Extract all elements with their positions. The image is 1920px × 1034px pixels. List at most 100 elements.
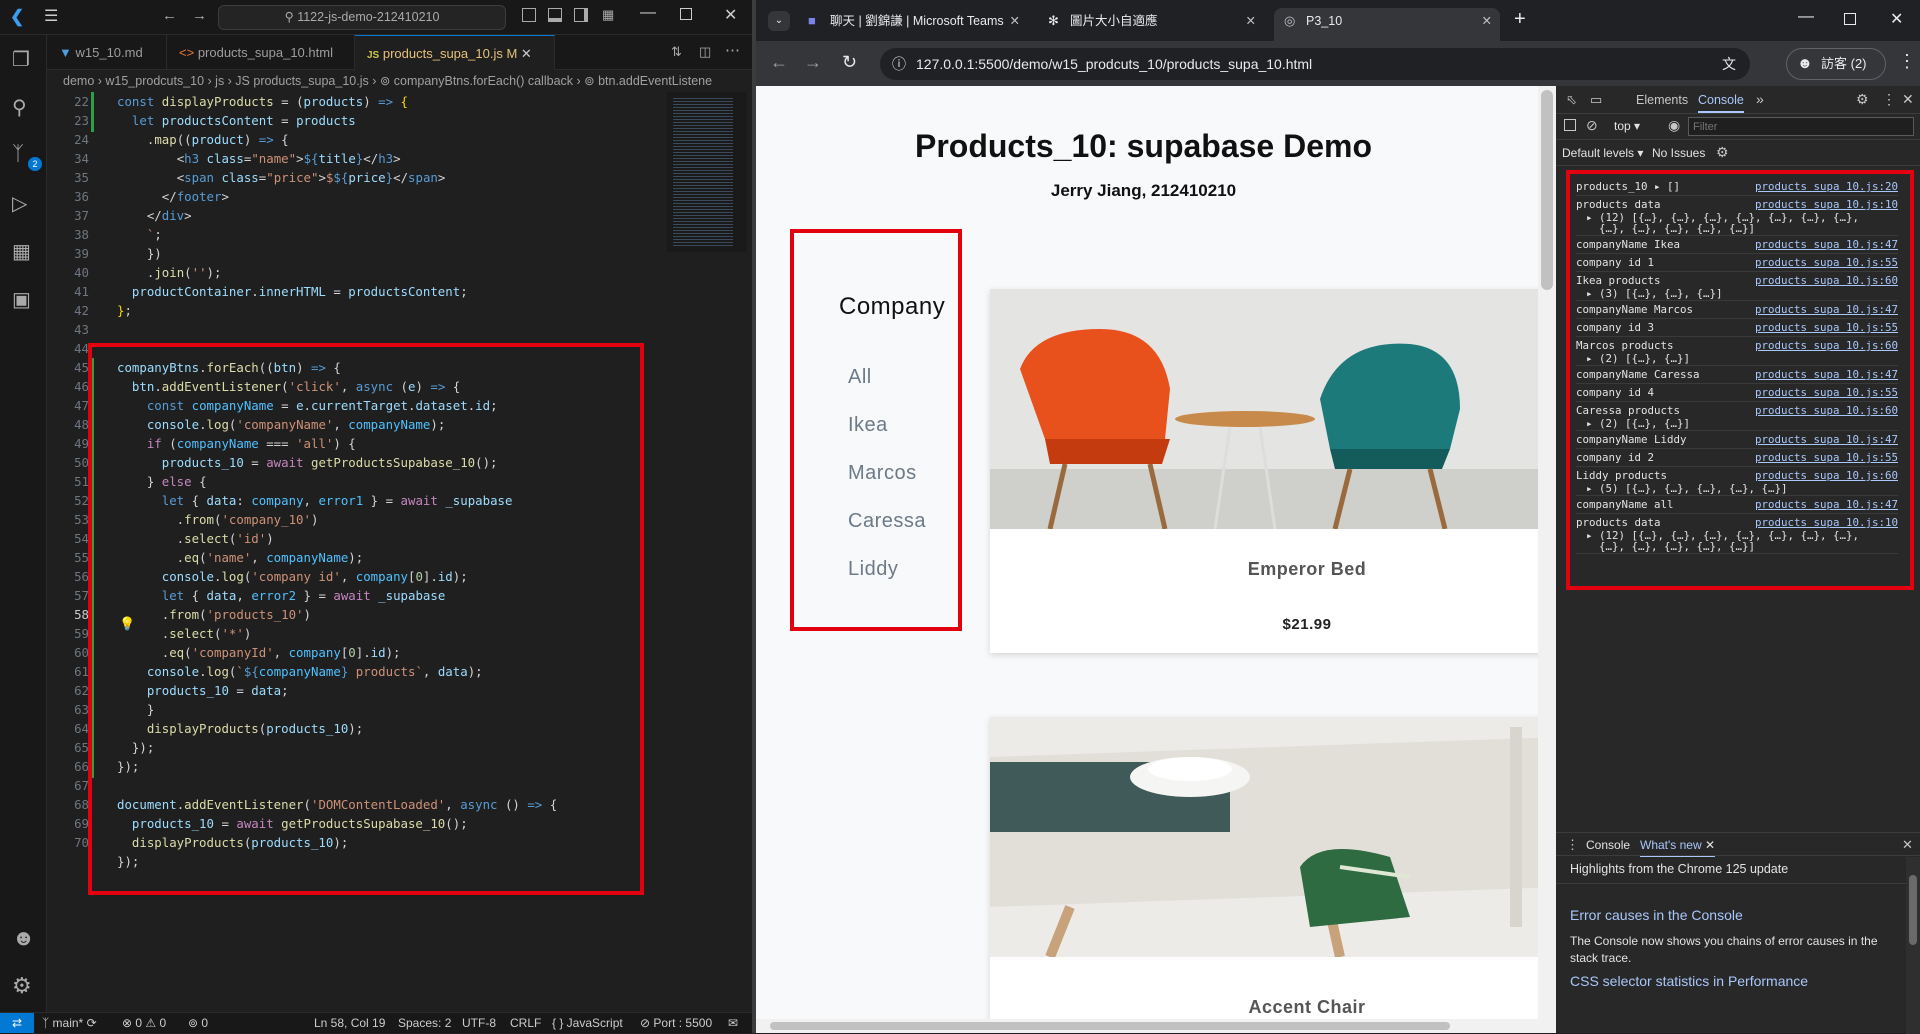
encoding[interactable]: UTF-8: [462, 1013, 496, 1033]
minimize-icon[interactable]: —: [640, 4, 656, 22]
notifications-icon[interactable]: ✉: [728, 1013, 738, 1033]
console-source-link[interactable]: products supa 10.js:60: [1755, 404, 1898, 418]
tab-close-icon[interactable]: ✕: [521, 46, 532, 61]
ports-indicator[interactable]: ⊚ 0: [188, 1013, 208, 1033]
toggle-secondary-sidebar-icon[interactable]: [574, 8, 588, 22]
problems-indicator[interactable]: ⊗ 0 ⚠ 0: [122, 1013, 166, 1033]
horizontal-scrollbar[interactable]: [756, 1019, 1556, 1033]
browser-tab-teams[interactable]: ■ 聊天 | 劉錦謙 | Microsoft Teams ✕: [798, 8, 1028, 41]
console-settings-icon[interactable]: ⚙: [1716, 144, 1729, 161]
search-icon[interactable]: ⚲: [12, 95, 27, 120]
console-source-link[interactable]: products supa 10.js:60: [1755, 469, 1898, 483]
language-mode[interactable]: { } JavaScript: [552, 1013, 623, 1033]
live-server-port[interactable]: ⊘ Port : 5500: [640, 1013, 712, 1033]
inspect-icon[interactable]: ⬁: [1566, 92, 1577, 108]
settings-gear-icon[interactable]: ⚙: [12, 973, 32, 999]
console-source-link[interactable]: products supa 10.js:60: [1755, 274, 1898, 288]
sidebar-toggle-icon[interactable]: [1564, 119, 1576, 131]
lightbulb-icon[interactable]: 💡: [119, 617, 135, 632]
forward-arrow-icon[interactable]: →: [804, 52, 822, 73]
tab-close-icon[interactable]: ✕: [1010, 8, 1020, 34]
live-expression-eye-icon[interactable]: ◉: [1668, 117, 1680, 134]
tab-elements[interactable]: Elements: [1636, 93, 1688, 107]
explorer-icon[interactable]: ❐: [12, 47, 30, 72]
whats-new-link-css-selector[interactable]: CSS selector statistics in Performance: [1570, 973, 1808, 989]
devtools-menu-icon[interactable]: ⋮: [1882, 91, 1896, 108]
console-source-link[interactable]: products supa 10.js:10: [1755, 198, 1898, 212]
log-levels-dropdown[interactable]: Default levels ▾: [1562, 146, 1643, 160]
console-object-preview[interactable]: ▸ (5) [{…}, {…}, {…}, {…}, {…}]: [1576, 483, 1898, 494]
command-center-search[interactable]: ⚲ 1122-js-demo-212410210: [218, 5, 506, 30]
tab-close-icon[interactable]: ✕: [1482, 8, 1492, 34]
console-object-preview[interactable]: ▸ (12) [{…}, {…}, {…}, {…}, {…}, {…}, {……: [1576, 212, 1898, 234]
console-source-link[interactable]: products supa 10.js:10: [1755, 516, 1898, 530]
scrollbar-thumb[interactable]: [1541, 90, 1553, 290]
close-icon[interactable]: ✕: [724, 5, 737, 25]
console-source-link[interactable]: products supa 10.js:55: [1755, 386, 1898, 400]
device-toolbar-icon[interactable]: ▭: [1590, 92, 1602, 108]
console-source-link[interactable]: products supa 10.js:55: [1755, 321, 1898, 335]
console-object-preview[interactable]: ▸ (3) [{…}, {…}, {…}]: [1576, 288, 1898, 299]
company-button-ikea[interactable]: Ikea: [848, 414, 888, 437]
console-object-preview[interactable]: ▸ (2) [{…}, {…}]: [1576, 353, 1898, 364]
console-source-link[interactable]: products supa 10.js:20: [1755, 180, 1898, 194]
context-selector[interactable]: top ▾: [1614, 119, 1640, 133]
drawer-scrollbar[interactable]: [1906, 857, 1920, 1034]
issues-button[interactable]: No Issues: [1652, 146, 1705, 160]
scrollbar-thumb[interactable]: [770, 1022, 1450, 1030]
cursor-position[interactable]: Ln 58, Col 19: [314, 1013, 385, 1033]
layout-icon[interactable]: ▦: [602, 7, 614, 23]
code-editor[interactable]: 22 23 24 34 35 36 37 38 39 40 41 42 43 44 45 46 47 48 49 50…: [47, 92, 667, 1012]
browser-tab-image-resize[interactable]: ✻ 圖片大小自適應 ✕: [1038, 8, 1264, 41]
company-button-all[interactable]: All: [848, 366, 872, 389]
tab-close-icon[interactable]: ✕: [1246, 8, 1256, 34]
toggle-panel-icon[interactable]: [548, 8, 562, 22]
compare-icon[interactable]: ⇅: [671, 44, 682, 60]
clear-console-icon[interactable]: ⊘: [1586, 117, 1598, 134]
devtools-close-icon[interactable]: ✕: [1902, 91, 1914, 108]
vertical-scrollbar[interactable]: [1538, 86, 1556, 1019]
company-button-marcos[interactable]: Marcos: [848, 462, 917, 485]
source-control-icon[interactable]: ᛉ: [12, 143, 24, 166]
address-bar[interactable]: ⓘ 127.0.0.1:5500/demo/w15_prodcuts_10/pr…: [880, 48, 1750, 80]
drawer-tab-close-icon[interactable]: ✕: [1705, 838, 1715, 852]
console-object-preview[interactable]: ▸ (2) [{…}, {…}]: [1576, 418, 1898, 429]
close-icon[interactable]: ✕: [1890, 9, 1903, 29]
devtools-settings-icon[interactable]: ⚙: [1856, 91, 1869, 108]
maximize-icon[interactable]: [1844, 13, 1856, 25]
remote-indicator-icon[interactable]: ⇄: [0, 1013, 34, 1033]
profile-button[interactable]: ☻ 訪客 (2): [1786, 48, 1886, 80]
scrollbar-thumb[interactable]: [1909, 875, 1917, 945]
drawer-close-icon[interactable]: ✕: [1902, 837, 1913, 853]
branch-indicator[interactable]: ᛉ main* ⟳: [42, 1013, 97, 1033]
console-source-link[interactable]: products supa 10.js:47: [1755, 303, 1898, 317]
more-tabs-icon[interactable]: »: [1756, 91, 1764, 107]
console-source-link[interactable]: products supa 10.js:47: [1755, 498, 1898, 512]
remote-explorer-icon[interactable]: ▣: [12, 287, 31, 312]
tab-console[interactable]: Console: [1698, 93, 1744, 113]
tab-products-html[interactable]: <> products_supa_10.html: [167, 35, 355, 70]
indentation[interactable]: Spaces: 2: [398, 1013, 451, 1033]
drawer-tab-console[interactable]: Console: [1586, 838, 1630, 852]
company-button-caressa[interactable]: Caressa: [848, 510, 926, 533]
console-object-preview[interactable]: ▸ (12) [{…}, {…}, {…}, {…}, {…}, {…}, {……: [1576, 530, 1898, 552]
console-source-link[interactable]: products supa 10.js:60: [1755, 339, 1898, 353]
console-filter-input[interactable]: [1688, 117, 1914, 136]
split-editor-icon[interactable]: ◫: [699, 44, 711, 60]
minimap[interactable]: [667, 92, 747, 252]
tab-search-icon[interactable]: ⌄: [768, 11, 790, 31]
run-debug-icon[interactable]: ▷: [12, 191, 27, 216]
extensions-icon[interactable]: ▦: [12, 239, 31, 264]
console-source-link[interactable]: products supa 10.js:55: [1755, 451, 1898, 465]
console-source-link[interactable]: products supa 10.js:55: [1755, 256, 1898, 270]
whats-new-link-error-causes[interactable]: Error causes in the Console: [1570, 907, 1743, 923]
site-info-icon[interactable]: ⓘ: [892, 48, 906, 80]
menu-icon[interactable]: ☰: [44, 6, 58, 26]
maximize-icon[interactable]: [680, 8, 692, 20]
company-button-liddy[interactable]: Liddy: [848, 558, 898, 581]
breadcrumb[interactable]: demo › w15_prodcuts_10 › js › JS product…: [47, 70, 752, 92]
tab-products-js[interactable]: JS products_supa_10.js M ✕: [355, 35, 555, 70]
line-ending[interactable]: CRLF: [510, 1013, 541, 1033]
back-arrow-icon[interactable]: ←: [770, 52, 788, 73]
drawer-menu-icon[interactable]: ⋮: [1566, 837, 1579, 853]
